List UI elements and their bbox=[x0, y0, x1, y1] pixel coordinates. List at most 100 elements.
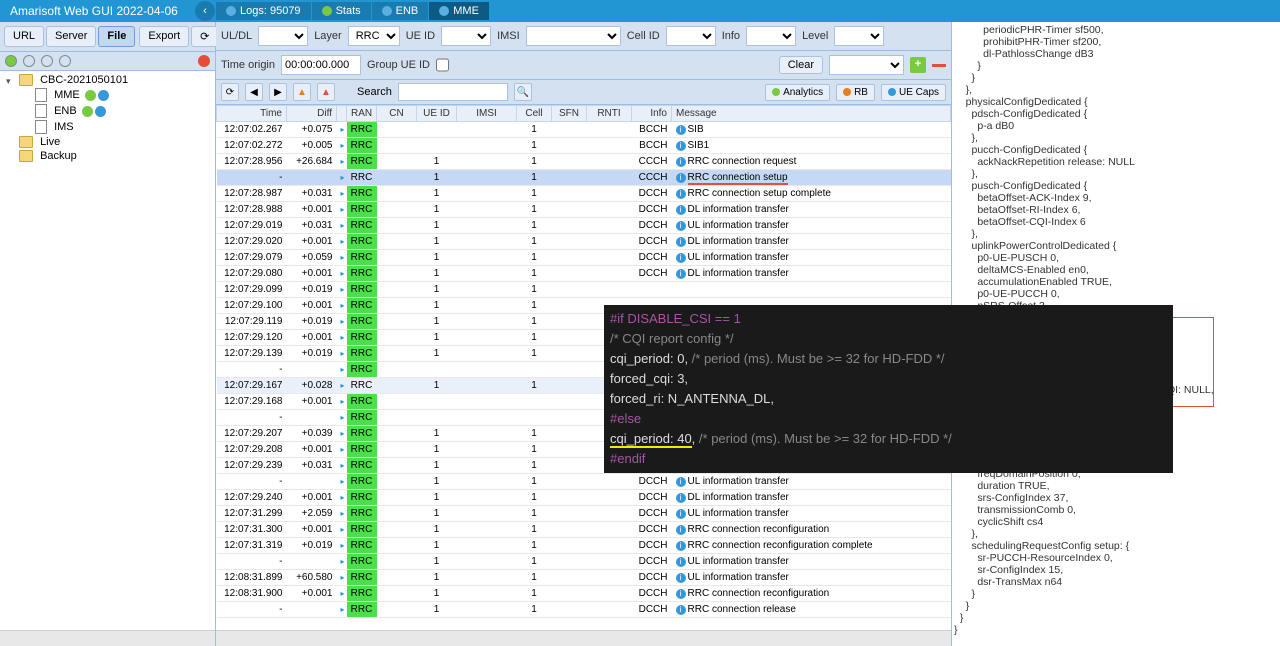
col-cell[interactable]: Cell bbox=[517, 106, 552, 122]
group-ueid-label: Group UE ID bbox=[367, 59, 430, 71]
layer-select[interactable]: RRC bbox=[348, 26, 400, 46]
tree-mme[interactable]: MME bbox=[18, 87, 213, 103]
mme-icon bbox=[439, 6, 449, 16]
group-ueid-checkbox[interactable] bbox=[436, 55, 449, 75]
next-icon[interactable]: ▶ bbox=[269, 83, 287, 101]
table-row[interactable]: 12:07:29.079+0.059▸RRC11DCCHiUL informat… bbox=[217, 250, 951, 266]
table-row[interactable]: 12:07:28.988+0.001▸RRC11DCCHiDL informat… bbox=[217, 202, 951, 218]
ueid-label: UE ID bbox=[406, 30, 435, 42]
table-row[interactable]: 12:07:29.240+0.001▸RRC11DCCHiDL informat… bbox=[217, 490, 951, 506]
filter-preset-select[interactable] bbox=[829, 55, 904, 75]
level-select[interactable] bbox=[834, 26, 884, 46]
remove-filter-icon[interactable] bbox=[932, 64, 946, 67]
table-row[interactable]: 12:07:02.272+0.005▸RRC1BCCHiSIB1 bbox=[217, 138, 951, 154]
col-ran[interactable]: RAN bbox=[347, 106, 377, 122]
info-label: Info bbox=[722, 30, 740, 42]
url-button[interactable]: URL bbox=[4, 26, 44, 47]
imsi-label: IMSI bbox=[497, 30, 520, 42]
refresh-icon[interactable]: ⟳ bbox=[191, 26, 218, 47]
table-row[interactable]: -▸RRC11DCCHiUL information transfer bbox=[217, 554, 951, 570]
table-row[interactable]: 12:07:29.080+0.001▸RRC11DCCHiDL informat… bbox=[217, 266, 951, 282]
uecaps-dot-icon bbox=[888, 88, 896, 96]
add-filter-icon[interactable]: + bbox=[910, 57, 926, 73]
col-rnti[interactable]: RNTI bbox=[587, 106, 632, 122]
ueid-select[interactable] bbox=[441, 26, 491, 46]
close-icon[interactable] bbox=[198, 55, 210, 67]
page-icon bbox=[35, 88, 47, 102]
tab-logs[interactable]: Logs: 95079 bbox=[216, 2, 311, 20]
tree-ims[interactable]: IMS bbox=[18, 119, 213, 135]
info-select[interactable] bbox=[746, 26, 796, 46]
col-cn[interactable]: CN bbox=[377, 106, 417, 122]
code-line: /* period (ms). Must be >= 32 for HD-FDD… bbox=[699, 431, 952, 446]
col-diff[interactable]: Diff bbox=[287, 106, 337, 122]
uldl-select[interactable] bbox=[258, 26, 308, 46]
rb-button[interactable]: RB bbox=[836, 84, 875, 101]
tab-mme[interactable]: MME bbox=[429, 2, 489, 20]
prev-icon[interactable]: ◀ bbox=[245, 83, 263, 101]
layer-label: Layer bbox=[314, 30, 342, 42]
page-icon bbox=[35, 120, 47, 134]
enb-icon bbox=[382, 6, 392, 16]
tree-root[interactable]: CBC-2021050101 bbox=[2, 73, 213, 87]
tab-enb[interactable]: ENB bbox=[372, 2, 429, 20]
col-message[interactable]: Message bbox=[672, 106, 951, 122]
export-button[interactable]: Export bbox=[139, 26, 189, 47]
grid-header-row: Time Diff RAN CN UE ID IMSI Cell SFN RNT… bbox=[217, 106, 951, 122]
uecaps-button[interactable]: UE Caps bbox=[881, 84, 946, 101]
table-row[interactable]: 12:07:29.019+0.031▸RRC11DCCHiUL informat… bbox=[217, 218, 951, 234]
table-row[interactable]: 12:07:28.987+0.031▸RRC11DCCHiRRC connect… bbox=[217, 186, 951, 202]
col-sfn[interactable]: SFN bbox=[552, 106, 587, 122]
center-hscroll[interactable] bbox=[216, 630, 951, 646]
status-dot-green bbox=[5, 55, 17, 67]
clear-button[interactable]: Clear bbox=[779, 56, 823, 74]
col-info[interactable]: Info bbox=[632, 106, 672, 122]
rb-dot-icon bbox=[843, 88, 851, 96]
table-row[interactable]: 12:07:29.020+0.001▸RRC11DCCHiDL informat… bbox=[217, 234, 951, 250]
table-row[interactable]: 12:07:31.299+2.059▸RRC11DCCHiUL informat… bbox=[217, 506, 951, 522]
grid-toolbar: ⟳ ◀ ▶ ▲ ▲ Search 🔍 Analytics RB UE Caps bbox=[216, 80, 951, 105]
left-toolbar: URL Server File Export ⟳ bbox=[0, 22, 215, 52]
error-icon[interactable]: ▲ bbox=[317, 83, 335, 101]
left-status-bar bbox=[0, 52, 215, 71]
status-dot-1 bbox=[23, 55, 35, 67]
folder-icon bbox=[19, 136, 33, 148]
table-row[interactable]: 12:07:31.319+0.019▸RRC11DCCHiRRC connect… bbox=[217, 538, 951, 554]
folder-icon bbox=[19, 150, 33, 162]
tree-live[interactable]: Live bbox=[2, 135, 213, 149]
analytics-dot-icon bbox=[772, 88, 780, 96]
table-row[interactable]: 12:07:28.956+26.684▸RRC11CCCHiRRC connec… bbox=[217, 154, 951, 170]
collapse-left-icon[interactable]: ‹ bbox=[195, 1, 215, 21]
analytics-button[interactable]: Analytics bbox=[765, 84, 830, 101]
tab-mme-label: MME bbox=[453, 5, 479, 17]
table-row[interactable]: 12:07:29.099+0.019▸RRC11 bbox=[217, 282, 951, 298]
reload-icon[interactable]: ⟳ bbox=[221, 83, 239, 101]
time-origin-input[interactable] bbox=[281, 55, 361, 75]
table-row[interactable]: -▸RRC11DCCHiRRC connection release bbox=[217, 602, 951, 618]
table-row[interactable]: -▸RRC11DCCHiUL information transfer bbox=[217, 474, 951, 490]
uldl-label: UL/DL bbox=[221, 30, 252, 42]
tab-stats[interactable]: Stats bbox=[312, 2, 371, 20]
table-row[interactable]: 12:07:02.267+0.075▸RRC1BCCHiSIB bbox=[217, 122, 951, 138]
tree-enb[interactable]: ENB bbox=[18, 103, 213, 119]
warn-icon[interactable]: ▲ bbox=[293, 83, 311, 101]
tab-enb-label: ENB bbox=[396, 5, 419, 17]
search-icon[interactable]: 🔍 bbox=[514, 83, 532, 101]
file-button[interactable]: File bbox=[98, 26, 135, 47]
left-hscroll[interactable] bbox=[0, 630, 215, 646]
time-origin-label: Time origin bbox=[221, 59, 275, 71]
tree-backup[interactable]: Backup bbox=[2, 149, 213, 163]
table-row[interactable]: 12:07:31.300+0.001▸RRC11DCCHiRRC connect… bbox=[217, 522, 951, 538]
table-row[interactable]: 12:08:31.899+60.580▸RRC11DCCHiUL informa… bbox=[217, 570, 951, 586]
server-button[interactable]: Server bbox=[46, 26, 96, 47]
search-input[interactable] bbox=[398, 83, 508, 101]
tree: CBC-2021050101 MME ENB IMS Live Backup bbox=[0, 71, 215, 630]
col-imsi[interactable]: IMSI bbox=[457, 106, 517, 122]
col-time[interactable]: Time bbox=[217, 106, 287, 122]
tab-stats-label: Stats bbox=[336, 5, 361, 17]
table-row[interactable]: 12:08:31.900+0.001▸RRC11DCCHiRRC connect… bbox=[217, 586, 951, 602]
cellid-select[interactable] bbox=[666, 26, 716, 46]
table-row[interactable]: -▸RRC11CCCHiRRC connection setup bbox=[217, 170, 951, 186]
imsi-select[interactable] bbox=[526, 26, 621, 46]
col-ueid[interactable]: UE ID bbox=[417, 106, 457, 122]
